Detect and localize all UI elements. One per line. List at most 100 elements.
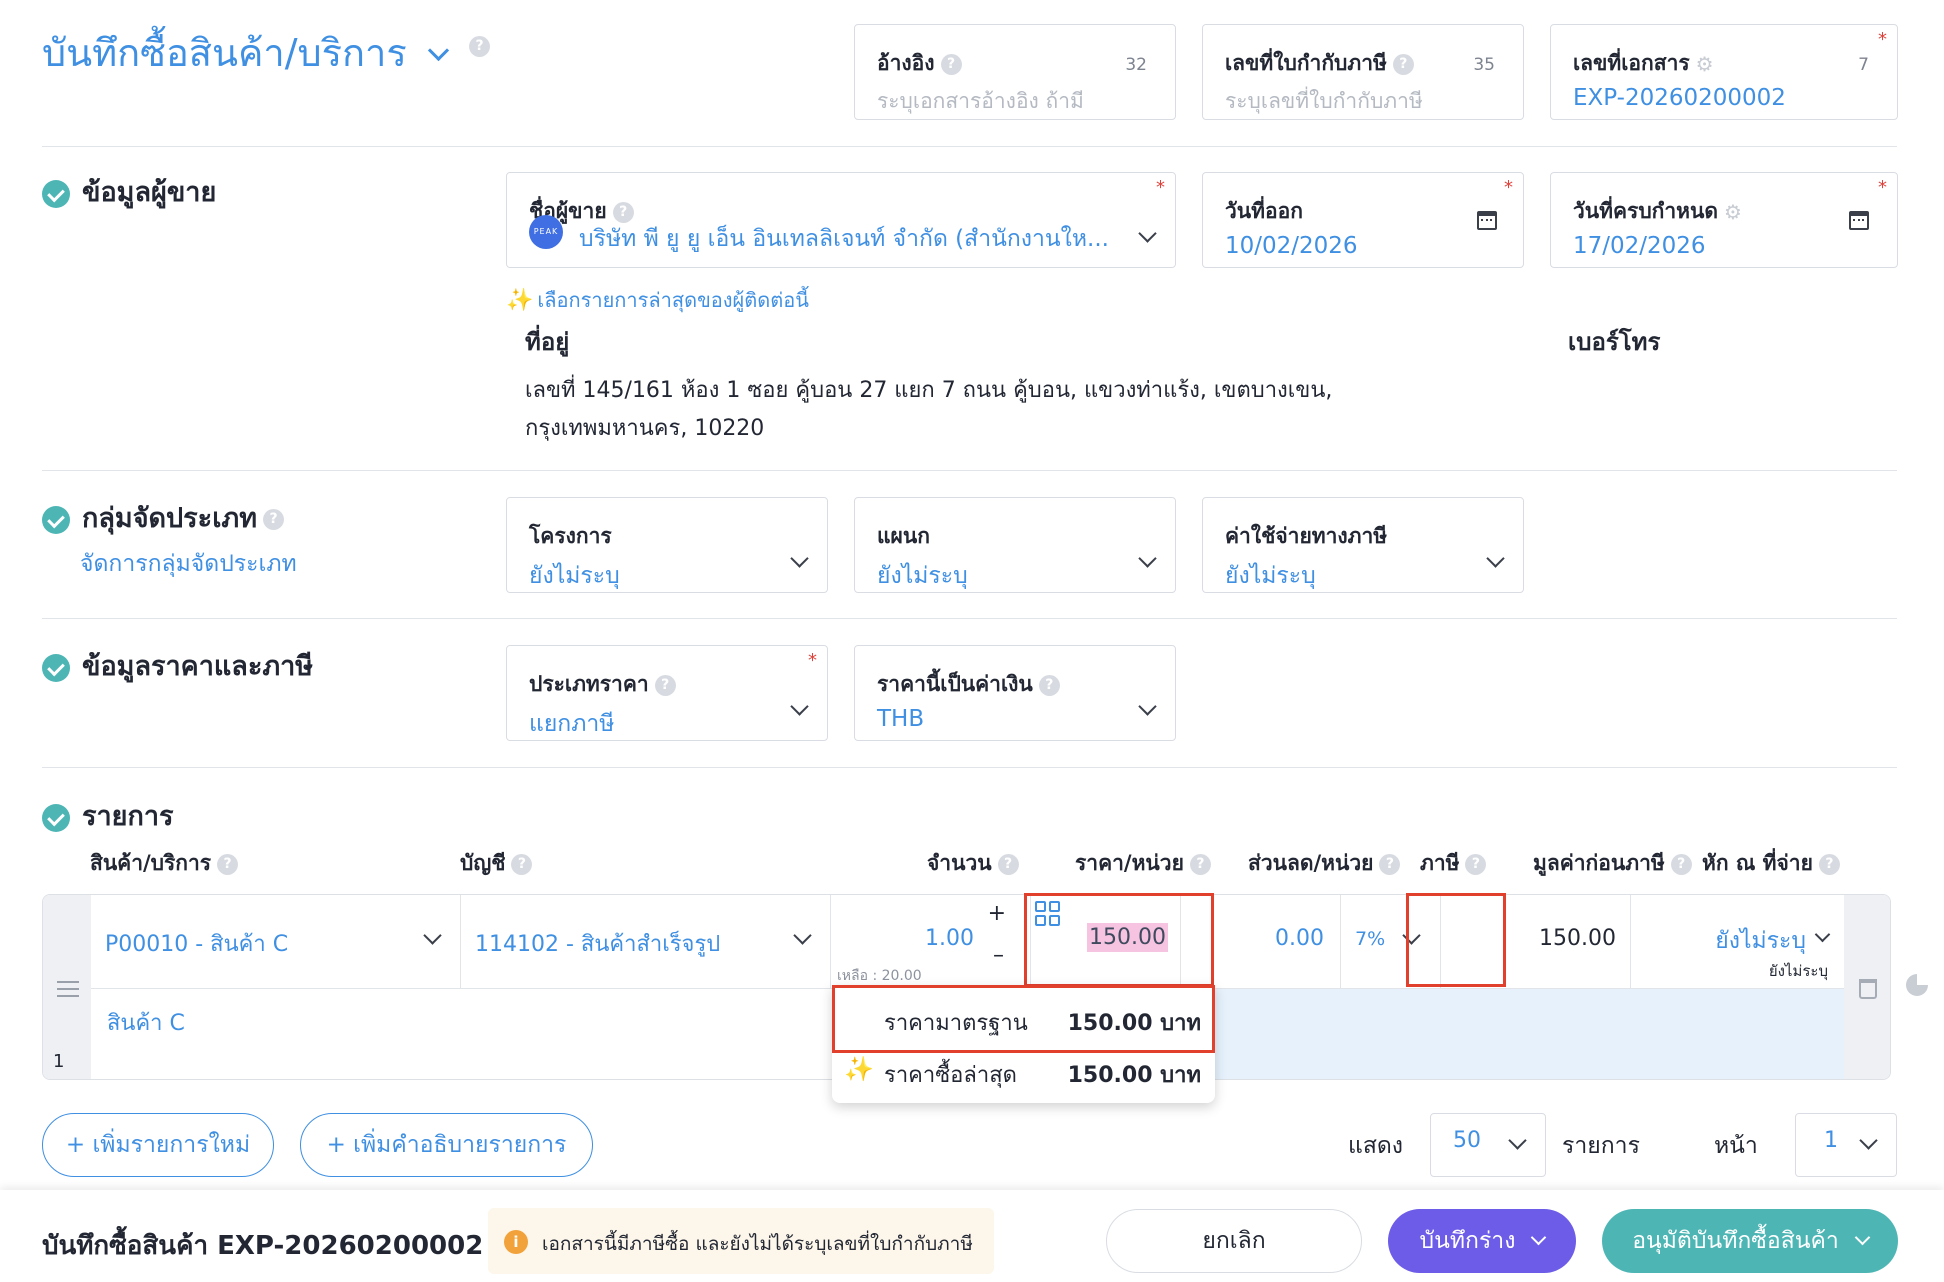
last-price-label: ราคาซื้อล่าสุด — [884, 1063, 1017, 1088]
price-type-select[interactable]: ประเภทราคา? * แยกภาษี — [506, 645, 828, 741]
gear-icon[interactable]: ⚙ — [1724, 200, 1742, 224]
wht-sub-value: ยังไม่ระบุ — [1768, 962, 1828, 980]
magic-wand-icon: ✨ — [506, 288, 534, 313]
chevron-down-icon — [1531, 1229, 1547, 1245]
gear-icon[interactable]: ⚙ — [1696, 52, 1714, 76]
tax-expense-label: ค่าใช้จ่ายทางภาษี — [1225, 524, 1388, 548]
drag-handle-icon[interactable] — [57, 981, 79, 997]
tax-invoice-input[interactable]: ระบุเลขที่ใบกำกับภาษี — [1225, 85, 1423, 118]
page-title[interactable]: บันทึกซื้อสินค้า/บริการ — [42, 22, 449, 83]
approve-button[interactable]: อนุมัติบันทึกซื้อสินค้า — [1602, 1209, 1898, 1273]
doc-number-input[interactable]: EXP-20260200002 — [1573, 85, 1786, 111]
tax-invoice-field[interactable]: เลขที่ใบกำกับภาษี? 35 ระบุเลขที่ใบกำกับภ… — [1202, 24, 1524, 120]
column-header-tax: ภาษี? — [1420, 847, 1487, 880]
trash-icon[interactable] — [1859, 979, 1877, 999]
product-value: P00010 - สินค้า C — [105, 932, 289, 957]
cancel-button[interactable]: ยกเลิก — [1106, 1209, 1362, 1273]
due-date-input[interactable]: 17/02/2026 — [1573, 233, 1706, 259]
issue-date-label: วันที่ออก — [1225, 199, 1303, 223]
address-line: กรุงเทพมหานคร, 10220 — [525, 416, 765, 441]
warning-text: เอกสารนี้มีภาษีซื้อ และยังไม่ได้ระบุเลขท… — [542, 1233, 973, 1255]
reference-field[interactable]: อ้างอิง? 32 ระบุเอกสารอ้างอิง ถ้ามี — [854, 24, 1176, 120]
help-icon: ? — [654, 674, 676, 696]
check-circle-icon — [42, 505, 70, 534]
classification-section-title: กลุ่มจัดประเภท? — [42, 496, 285, 539]
page-label: หน้า — [1714, 1133, 1758, 1159]
page-size-value: 50 — [1453, 1128, 1481, 1153]
info-icon: i — [504, 1230, 528, 1254]
tax-expense-select[interactable]: ค่าใช้จ่ายทางภาษี ยังไม่ระบุ — [1202, 497, 1524, 593]
account-value: 114102 - สินค้าสำเร็จรูป — [475, 932, 721, 957]
project-value: ยังไม่ระบุ — [529, 563, 620, 589]
calendar-icon[interactable] — [1849, 211, 1869, 230]
issue-date-field[interactable]: วันที่ออก * 10/02/2026 — [1202, 172, 1524, 268]
help-icon: ? — [469, 36, 490, 57]
department-value: ยังไม่ระบุ — [877, 563, 968, 589]
required-mark: * — [1504, 177, 1513, 198]
chevron-down-icon — [793, 926, 812, 945]
page-value: 1 — [1824, 1128, 1838, 1153]
project-select[interactable]: โครงการ ยังไม่ระบุ — [506, 497, 828, 593]
save-draft-button[interactable]: บันทึกร่าง — [1388, 1209, 1576, 1273]
last-price-option[interactable]: ✨ ราคาซื้อล่าสุด 150.00 บาท — [832, 1045, 1215, 1101]
add-item-button[interactable]: + เพิ่มรายการใหม่ — [42, 1113, 274, 1177]
page-size-select[interactable]: 50 — [1430, 1113, 1546, 1177]
divider — [42, 767, 1897, 768]
discount-input[interactable]: 0.00 — [1275, 926, 1324, 951]
calendar-icon[interactable] — [1477, 211, 1497, 230]
chevron-down-icon — [1508, 1131, 1527, 1150]
help-icon: ? — [1379, 853, 1401, 875]
currency-label: ราคานี้เป็นค่าเงิน — [877, 672, 1033, 696]
price-type-value: แยกภาษี — [529, 711, 615, 737]
help-icon: ? — [263, 509, 285, 530]
plus-icon[interactable]: + — [988, 901, 1006, 926]
recent-items-link[interactable]: ✨ เลือกรายการล่าสุดของผู้ติดต่อนี้ — [506, 284, 809, 316]
doc-number-field[interactable]: เลขที่เอกสาร ⚙ 7 * EXP-20260200002 — [1550, 24, 1898, 120]
footer-doc-title: บันทึกซื้อสินค้า EXP-20260200002 — [42, 1231, 484, 1261]
chevron-down-icon — [790, 549, 809, 568]
help-icon: ? — [940, 53, 962, 75]
chevron-down-icon[interactable] — [1138, 224, 1157, 243]
minus-icon[interactable]: – — [993, 943, 1004, 968]
department-select[interactable]: แผนก ยังไม่ระบุ — [854, 497, 1176, 593]
tax-invoice-label: เลขที่ใบกำกับภาษี — [1225, 51, 1387, 75]
currency-select[interactable]: ราคานี้เป็นค่าเงิน? THB — [854, 645, 1176, 741]
char-count: 7 — [1858, 55, 1869, 75]
show-label: แสดง — [1348, 1133, 1404, 1159]
due-date-field[interactable]: วันที่ครบกำหนด ⚙ * 17/02/2026 — [1550, 172, 1898, 268]
required-mark: * — [1878, 29, 1887, 50]
product-select[interactable]: P00010 - สินค้า C — [91, 895, 461, 988]
pre-tax-value: 150.00 — [1539, 926, 1616, 951]
pricing-section-title: ข้อมูลราคาและภาษี — [42, 644, 313, 687]
warning-banner: i เอกสารนี้มีภาษีซื้อ และยังไม่ได้ระบุเล… — [488, 1208, 994, 1274]
magic-wand-icon: ✨ — [844, 1055, 874, 1083]
account-select[interactable]: 114102 - สินค้าสำเร็จรูป — [461, 895, 831, 988]
wht-select[interactable]: ยังไม่ระบุ ยังไม่ระบุ — [1631, 895, 1844, 988]
required-mark: * — [1156, 177, 1165, 198]
help-icon: ? — [1818, 853, 1840, 875]
divider — [42, 618, 1897, 619]
page-select[interactable]: 1 — [1795, 1113, 1897, 1177]
divider — [42, 146, 1897, 147]
page-title-text: บันทึกซื้อสินค้า/บริการ — [42, 31, 407, 75]
price-type-label: ประเภทราคา — [529, 672, 649, 696]
divider — [42, 470, 1897, 471]
help-icon: ? — [1670, 853, 1692, 875]
issue-date-input[interactable]: 10/02/2026 — [1225, 233, 1358, 259]
quantity-value[interactable]: 1.00 — [925, 926, 974, 951]
help-icon: ? — [612, 201, 634, 223]
required-mark: * — [808, 650, 817, 671]
phone-label: เบอร์โทร — [1568, 328, 1661, 356]
help-icon: ? — [1392, 53, 1414, 75]
help-icon: ? — [1189, 853, 1211, 875]
add-description-button[interactable]: + เพิ่มคำอธิบายรายการ — [300, 1113, 593, 1177]
chevron-down-icon — [1854, 1229, 1871, 1245]
quantity-stepper[interactable]: 1.00 + – เหลือ : 20.00 — [831, 895, 1031, 988]
description-input[interactable]: สินค้า C — [91, 989, 831, 1079]
help-icon: ? — [1465, 853, 1487, 875]
standard-price-highlight — [832, 985, 1215, 1053]
manage-classification-link[interactable]: จัดการกลุ่มจัดประเภท — [80, 546, 297, 582]
vendor-name-field[interactable]: ชื่อผู้ขาย? * PEAK บริษัท พี ยู ยู เอ็น … — [506, 172, 1176, 268]
reference-input[interactable]: ระบุเอกสารอ้างอิง ถ้ามี — [877, 85, 1084, 118]
check-circle-icon — [42, 653, 70, 682]
